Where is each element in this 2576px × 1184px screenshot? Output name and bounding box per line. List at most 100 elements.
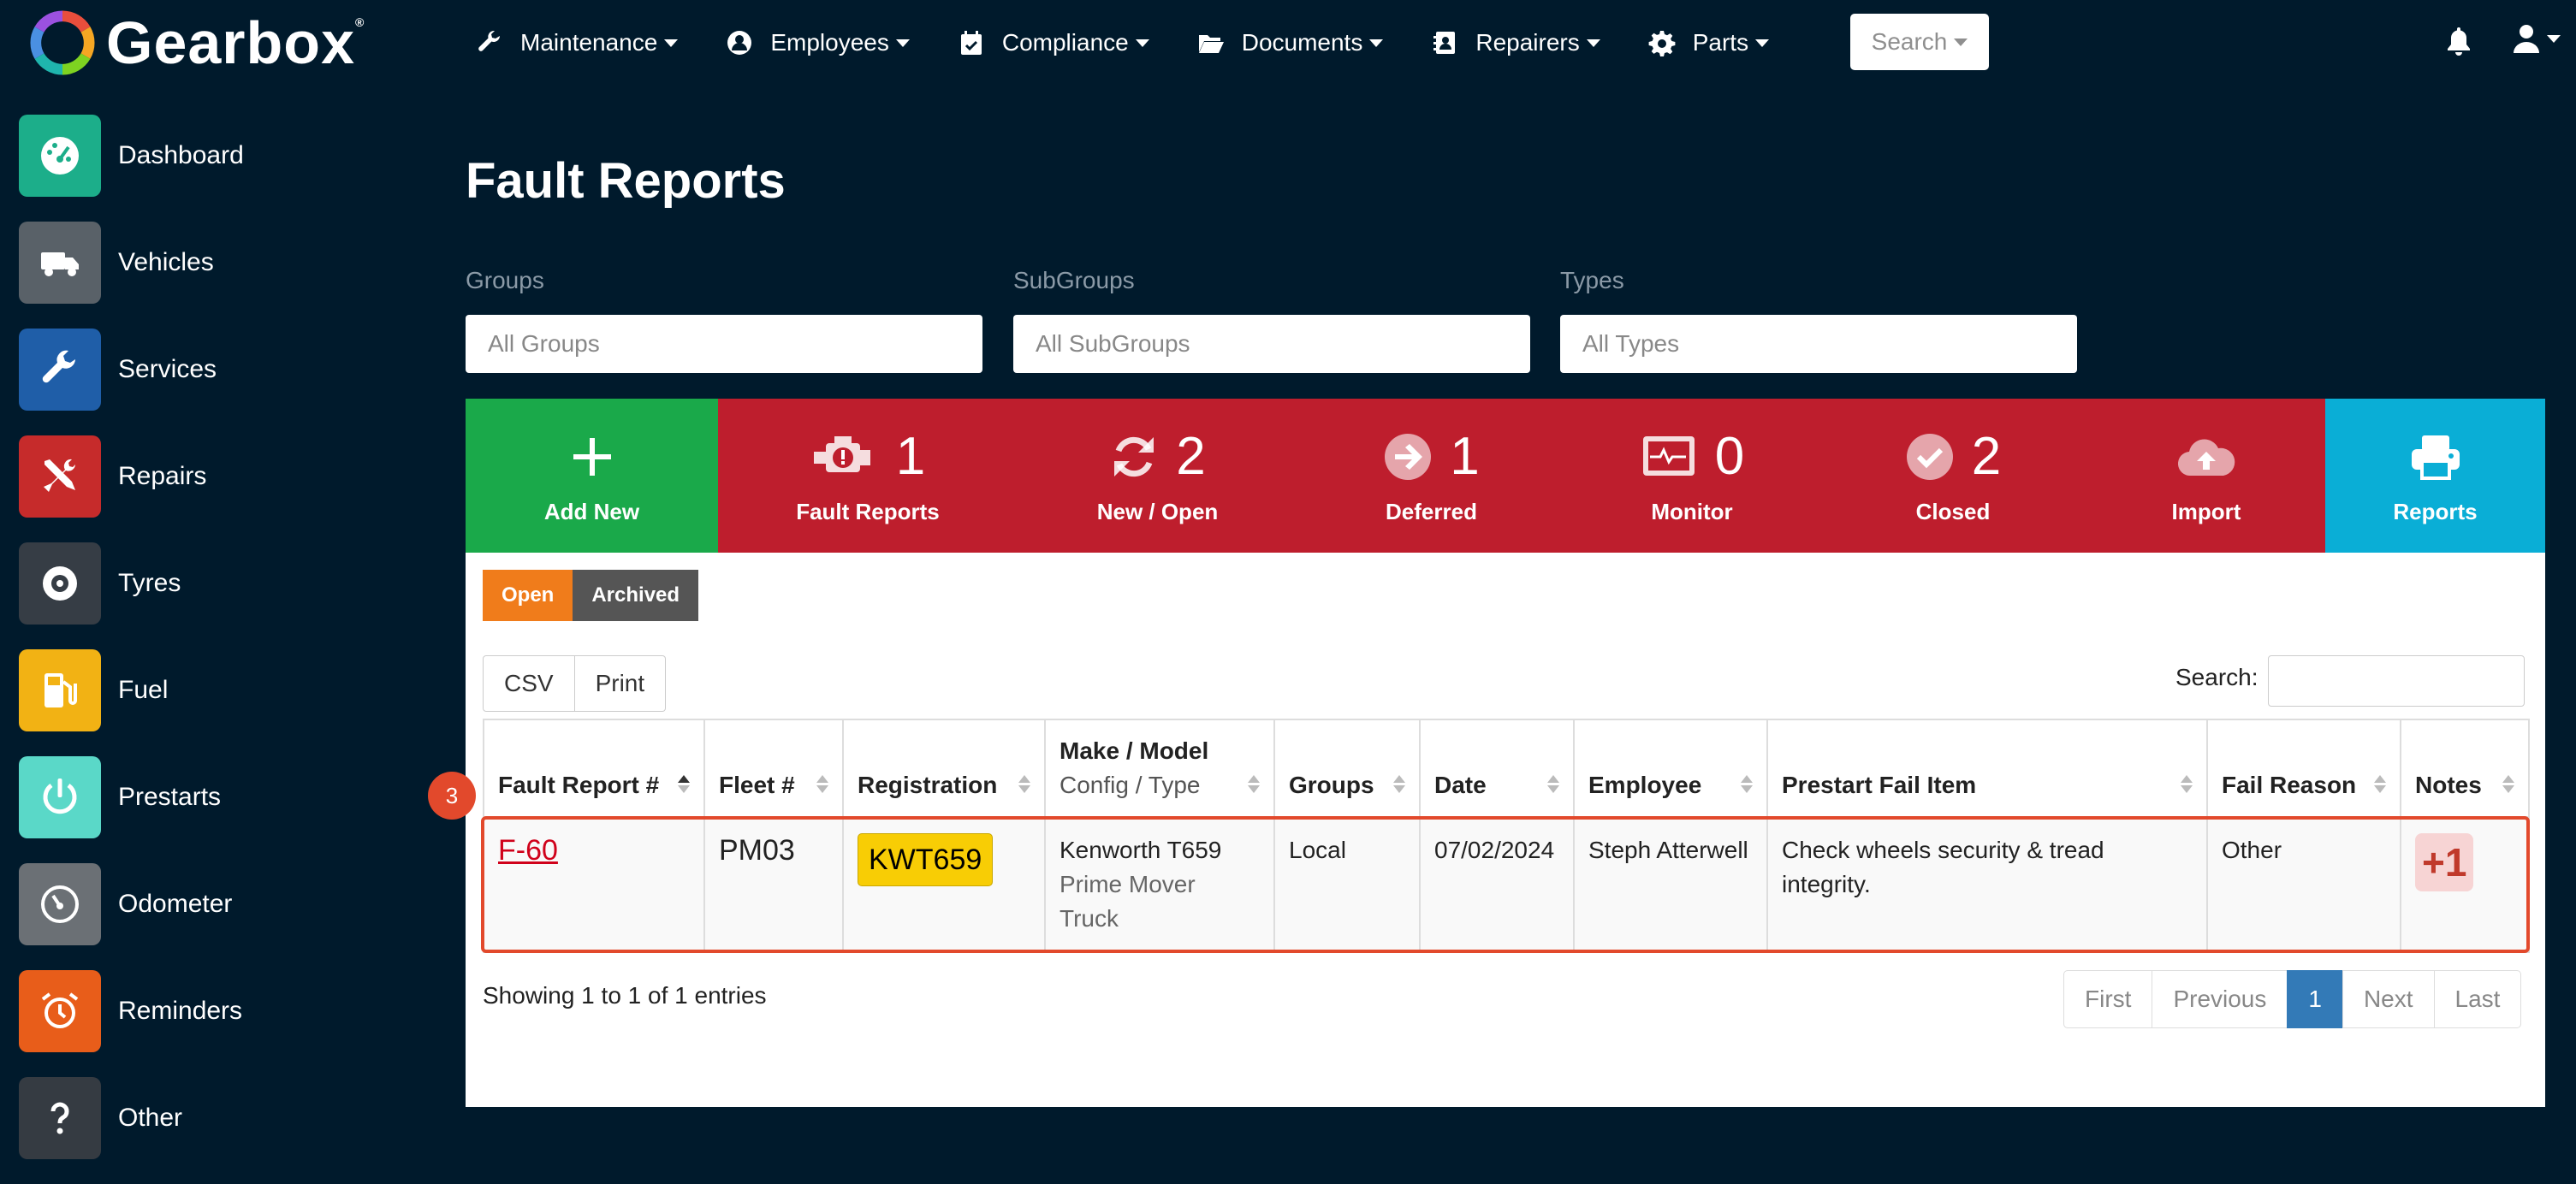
col-groups[interactable]: Groups bbox=[1273, 719, 1421, 818]
sidebar-item-tyres[interactable]: Tyres bbox=[19, 542, 181, 625]
deferred-label: Deferred bbox=[1386, 498, 1477, 524]
fault-reports-table: Fault Report # Fleet # Registration Make… bbox=[483, 719, 2530, 953]
sidebar-item-vehicles[interactable]: Vehicles bbox=[19, 222, 214, 304]
check-circle-icon bbox=[1906, 433, 1953, 480]
sidebar-tile bbox=[19, 970, 101, 1052]
sort-icon bbox=[2374, 773, 2386, 796]
sidebar-item-reminders[interactable]: Reminders bbox=[19, 970, 242, 1052]
config-type-text: Prime Mover Truck bbox=[1059, 871, 1196, 932]
col-date[interactable]: Date bbox=[1419, 719, 1575, 818]
nav-repairers[interactable]: Repairers bbox=[1431, 29, 1600, 56]
pager-first[interactable]: First bbox=[2063, 970, 2153, 1028]
sort-icon bbox=[1393, 773, 1405, 796]
add-new-label: Add New bbox=[543, 498, 640, 524]
caret-down-icon bbox=[1755, 38, 1770, 47]
sidebar-tile bbox=[19, 542, 101, 625]
nav-compliance[interactable]: Compliance bbox=[958, 29, 1149, 56]
monitor-stat[interactable]: 0 Monitor bbox=[1565, 399, 1819, 553]
header-sublabel: Config / Type bbox=[1059, 772, 1201, 798]
sidebar-label: Prestarts bbox=[118, 783, 222, 811]
fault-report-link[interactable]: F-60 bbox=[498, 834, 558, 867]
user-icon bbox=[2514, 25, 2539, 53]
sidebar-label: Repairs bbox=[118, 462, 207, 490]
caret-down-icon bbox=[1586, 38, 1600, 47]
pager-previous[interactable]: Previous bbox=[2152, 970, 2288, 1028]
subgroups-filter-label: SubGroups bbox=[1013, 267, 1135, 293]
wrench-icon bbox=[42, 350, 75, 383]
nav-label: Compliance bbox=[1001, 29, 1129, 56]
pager-next[interactable]: Next bbox=[2342, 970, 2435, 1028]
gauge-icon bbox=[41, 137, 79, 175]
nav-documents[interactable]: Documents bbox=[1197, 29, 1384, 56]
nav-label: Employees bbox=[770, 29, 889, 56]
sort-icon bbox=[1741, 773, 1753, 796]
new-open-count: 2 bbox=[1176, 427, 1206, 486]
closed-label: Closed bbox=[1915, 498, 1991, 524]
fault-reports-count: 1 bbox=[895, 427, 926, 486]
gear-icon bbox=[1648, 31, 1676, 56]
monitor-count: 0 bbox=[1714, 427, 1745, 486]
add-new-button[interactable]: Add New bbox=[466, 399, 718, 553]
groups-filter-select[interactable]: All Groups bbox=[466, 315, 982, 373]
fleet-number: PM03 bbox=[719, 834, 795, 867]
new-open-stat[interactable]: 2 New / Open bbox=[1018, 399, 1297, 553]
alarm-clock-icon bbox=[41, 992, 79, 1028]
header-label: Fail Reason bbox=[2222, 772, 2357, 798]
deferred-count: 1 bbox=[1450, 427, 1480, 486]
nav-label: Documents bbox=[1241, 29, 1363, 56]
cell-date: 07/02/2024 bbox=[1419, 816, 1575, 953]
nav-maintenance[interactable]: Maintenance bbox=[476, 29, 679, 56]
user-menu[interactable] bbox=[2513, 24, 2561, 53]
sort-icon bbox=[816, 773, 828, 796]
sidebar-item-prestarts[interactable]: Prestarts bbox=[19, 756, 221, 838]
csv-button[interactable]: CSV bbox=[483, 655, 575, 712]
col-fail-reason[interactable]: Fail Reason bbox=[2206, 719, 2401, 818]
print-button[interactable]: Print bbox=[574, 655, 667, 712]
fault-reports-stat[interactable]: 1 Fault Reports bbox=[718, 399, 1018, 553]
fault-reports-panel: Open Archived CSV Print Search: Fault Re… bbox=[466, 553, 2545, 1107]
col-employee[interactable]: Employee bbox=[1573, 719, 1768, 818]
pager-last[interactable]: Last bbox=[2433, 970, 2522, 1028]
export-buttons: CSV Print bbox=[483, 655, 667, 712]
deferred-stat[interactable]: 1 Deferred bbox=[1297, 399, 1565, 553]
search-dropdown-button[interactable]: Search bbox=[1850, 14, 1989, 70]
import-button[interactable]: Import bbox=[2087, 399, 2325, 553]
sidebar-label: Fuel bbox=[118, 676, 169, 704]
col-fleet[interactable]: Fleet # bbox=[703, 719, 844, 818]
power-icon bbox=[43, 778, 77, 814]
types-filter-select[interactable]: All Types bbox=[1560, 315, 2077, 373]
col-fail-item[interactable]: Prestart Fail Item bbox=[1766, 719, 2208, 818]
table-row[interactable]: F-60 PM03 KWT659 Kenworth T659 Prime Move… bbox=[483, 816, 2530, 953]
col-fault-report[interactable]: Fault Report # bbox=[483, 719, 705, 818]
table-search-input[interactable] bbox=[2268, 655, 2525, 707]
cell-fail-item: Check wheels security & tread integrity. bbox=[1766, 816, 2208, 953]
cell-notes: +1 bbox=[2400, 816, 2530, 953]
caret-down-icon bbox=[2547, 34, 2561, 43]
nav-parts[interactable]: Parts bbox=[1648, 29, 1770, 56]
pager-page-1[interactable]: 1 bbox=[2287, 970, 2343, 1028]
sidebar-item-other[interactable]: Other bbox=[19, 1077, 182, 1159]
bell-icon[interactable] bbox=[2446, 26, 2472, 56]
header-label: Registration bbox=[858, 772, 998, 798]
tab-archived[interactable]: Archived bbox=[573, 570, 699, 621]
sort-icon bbox=[678, 773, 690, 796]
engine-warning-icon bbox=[813, 435, 870, 472]
sidebar-item-repairs[interactable]: Repairs bbox=[19, 435, 206, 518]
sidebar-item-odometer[interactable]: Odometer bbox=[19, 863, 232, 945]
sidebar-item-services[interactable]: Services bbox=[19, 329, 217, 411]
col-notes[interactable]: Notes bbox=[2400, 719, 2530, 818]
nav-employees[interactable]: Employees bbox=[726, 29, 910, 56]
subgroups-filter-select[interactable]: All SubGroups bbox=[1013, 315, 1530, 373]
caret-down-icon bbox=[1369, 38, 1384, 47]
cell-fault-report: F-60 bbox=[483, 816, 705, 953]
reports-button[interactable]: Reports bbox=[2325, 399, 2545, 553]
sidebar-item-dashboard[interactable]: Dashboard bbox=[19, 115, 244, 197]
closed-stat[interactable]: 2 Closed bbox=[1819, 399, 2087, 553]
header-label: Groups bbox=[1289, 772, 1374, 798]
col-registration[interactable]: Registration bbox=[842, 719, 1046, 818]
notes-badge[interactable]: +1 bbox=[2415, 833, 2474, 891]
tab-open[interactable]: Open bbox=[483, 570, 573, 621]
col-make-model[interactable]: Make / Model Config / Type bbox=[1044, 719, 1275, 818]
gearbox-logo[interactable]: Gearbox® bbox=[29, 9, 365, 76]
sidebar-item-fuel[interactable]: Fuel bbox=[19, 649, 168, 731]
